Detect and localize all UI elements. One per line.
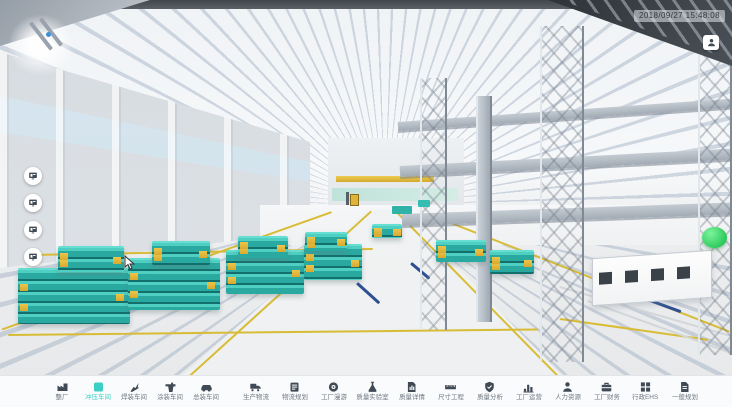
- user-icon: [707, 38, 716, 47]
- monitor-icon: [28, 171, 38, 181]
- side-monitor-button[interactable]: [24, 167, 42, 185]
- side-monitor-button[interactable]: [24, 194, 42, 212]
- toolbar-item-camera[interactable]: 工厂漫游: [314, 381, 353, 402]
- flask-icon: [366, 381, 379, 393]
- die-stack: [305, 232, 347, 251]
- toolbar-item-document[interactable]: 一般规划: [665, 381, 704, 402]
- module-group: 生产物流 物流规划 工厂漫游 质量实验室 质量详情 尺寸工程 质量分析 工厂运营…: [236, 381, 704, 402]
- beacon-dot: [46, 32, 51, 37]
- status-indicator-green: [702, 227, 727, 248]
- toolbar-item-shield[interactable]: 质量分析: [470, 381, 509, 402]
- toolbar-item-label: 总装车间: [193, 394, 219, 401]
- far-machine: [418, 200, 430, 207]
- toolbar-item-report[interactable]: 质量详情: [392, 381, 431, 402]
- report-icon: [405, 381, 418, 393]
- toolbar-item-label: 质量实验室: [356, 394, 388, 401]
- toolbar-item-grid[interactable]: 行政EHS: [626, 381, 665, 402]
- digital-twin-factory-app: 2018/09/27 15:48:08 整厂 冲压车间 焊装车间 涂装车间 总装…: [0, 0, 732, 407]
- toolbar-item-assembly[interactable]: 总装车间: [188, 381, 224, 402]
- toolbar-item-label: 工厂财务: [594, 394, 620, 401]
- wall-display-panel: [592, 250, 712, 306]
- side-monitor-button[interactable]: [24, 248, 42, 266]
- workshop-nav-group: 整厂 冲压车间 焊装车间 涂装车间 总装车间: [44, 381, 224, 402]
- toolbar-item-label: 行政EHS: [632, 394, 658, 401]
- chart-icon: [522, 381, 535, 393]
- stamping-icon: [92, 381, 105, 393]
- clipboard-icon: [288, 381, 301, 393]
- steel-column: [540, 26, 584, 362]
- toolbar-item-label: 整厂: [56, 394, 69, 401]
- die-stack: [58, 246, 124, 272]
- toolbar-item-label: 物流规划: [282, 394, 308, 401]
- forklift: [350, 194, 359, 206]
- die-stack: [128, 258, 220, 310]
- user-button[interactable]: [703, 35, 719, 50]
- toolbar-item-flask[interactable]: 质量实验室: [353, 381, 392, 402]
- people-icon: [561, 381, 574, 393]
- toolbar-item-clipboard[interactable]: 物流规划: [275, 381, 314, 402]
- toolbar-item-label: 冲压车间: [85, 394, 111, 401]
- scene-3d-view[interactable]: [0, 0, 732, 376]
- toolbar-item-ruler[interactable]: 尺寸工程: [431, 381, 470, 402]
- forklift-mast: [346, 192, 349, 205]
- mouse-cursor: [124, 255, 135, 270]
- toolbar-item-label: 焊装车间: [121, 394, 147, 401]
- shield-icon: [483, 381, 496, 393]
- briefcase-icon: [600, 381, 613, 393]
- toolbar-item-factory[interactable]: 整厂: [44, 381, 80, 402]
- toolbar-item-label: 尺寸工程: [438, 394, 464, 401]
- steel-column: [476, 96, 492, 322]
- toolbar-item-people[interactable]: 人力资源: [548, 381, 587, 402]
- toolbar-item-label: 质量分析: [477, 394, 503, 401]
- bottom-toolbar: 整厂 冲压车间 焊装车间 涂装车间 总装车间 生产物流 物流规划 工厂漫游 质量…: [0, 375, 732, 407]
- factory-icon: [56, 381, 69, 393]
- die-stack: [238, 236, 288, 258]
- camera-icon: [327, 381, 340, 393]
- toolbar-item-welding[interactable]: 焊装车间: [116, 381, 152, 402]
- ruler-icon: [444, 381, 457, 393]
- monitor-icon: [28, 198, 38, 208]
- monitor-icon: [28, 252, 38, 262]
- side-button-stack: [24, 167, 42, 266]
- toolbar-item-label: 工厂漫游: [321, 394, 347, 401]
- toolbar-item-truck[interactable]: 生产物流: [236, 381, 275, 402]
- steel-column: [698, 55, 732, 355]
- document-icon: [678, 381, 691, 393]
- welding-icon: [128, 381, 141, 393]
- toolbar-item-briefcase[interactable]: 工厂财务: [587, 381, 626, 402]
- die-stack: [436, 240, 486, 262]
- die-stack: [372, 224, 402, 238]
- die-stack: [152, 241, 210, 265]
- truck-icon: [249, 381, 262, 393]
- toolbar-item-label: 生产物流: [243, 394, 269, 401]
- timestamp: 2018/09/27 15:48:08: [634, 10, 725, 22]
- monitor-icon: [28, 225, 38, 235]
- wall-display-cells: [599, 265, 703, 284]
- toolbar-item-label: 人力资源: [555, 394, 581, 401]
- toolbar-item-label: 工厂运营: [516, 394, 542, 401]
- painting-icon: [164, 381, 177, 393]
- toolbar-item-label: 涂装车间: [157, 394, 183, 401]
- toolbar-item-stamping[interactable]: 冲压车间: [80, 381, 116, 402]
- assembly-icon: [200, 381, 213, 393]
- die-stack: [490, 250, 534, 274]
- far-machine: [392, 206, 412, 214]
- toolbar-item-label: 质量详情: [399, 394, 425, 401]
- toolbar-item-label: 一般规划: [672, 394, 698, 401]
- grid-icon: [639, 381, 652, 393]
- toolbar-item-chart[interactable]: 工厂运营: [509, 381, 548, 402]
- side-monitor-button[interactable]: [24, 221, 42, 239]
- toolbar-item-painting[interactable]: 涂装车间: [152, 381, 188, 402]
- die-stack: [18, 268, 130, 324]
